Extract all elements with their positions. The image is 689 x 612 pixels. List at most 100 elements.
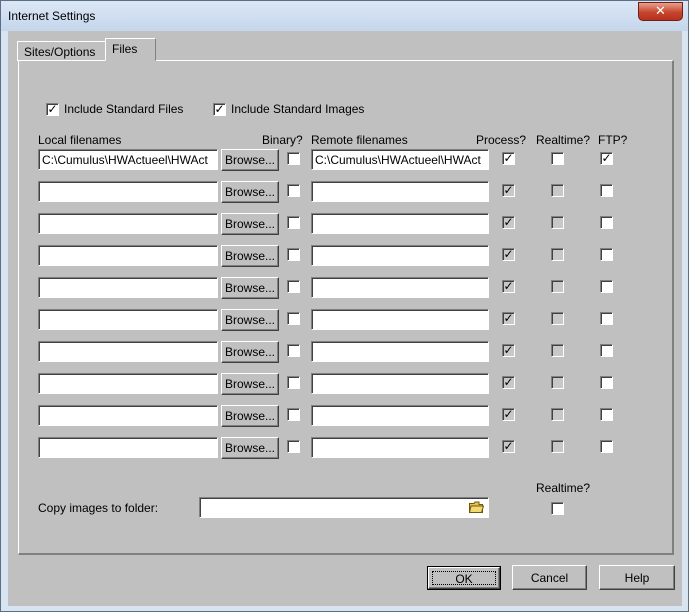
browse-label: Browse... [224, 153, 275, 167]
copy-images-realtime-checkbox[interactable] [551, 502, 564, 515]
ftp-checkbox[interactable] [600, 440, 613, 453]
remote-filename-field[interactable]: C:\Cumulus\HWActueel\HWAct [311, 149, 489, 170]
browse-button[interactable]: Browse... [221, 309, 279, 331]
ftp-checkbox[interactable] [600, 344, 613, 357]
ftp-checkbox[interactable] [600, 248, 613, 261]
binary-checkbox[interactable] [287, 408, 300, 421]
remote-filename-field[interactable] [311, 309, 489, 330]
remote-filename-field[interactable] [311, 437, 489, 458]
local-filename-field[interactable] [38, 245, 218, 266]
process-checkbox[interactable]: ✓ [502, 311, 515, 325]
ftp-checkbox[interactable] [600, 184, 613, 197]
browse-label: Browse... [224, 281, 275, 295]
process-checkbox[interactable]: ✓ [502, 215, 515, 229]
process-checkbox[interactable]: ✓ [502, 375, 515, 389]
realtime-checkbox[interactable] [551, 248, 564, 261]
folder-open-icon[interactable] [469, 501, 484, 513]
remote-filename-value: C:\Cumulus\HWActueel\HWAct [315, 153, 481, 167]
title-bar: Internet Settings ✕ [1, 1, 688, 31]
include-standard-files-label: Include Standard Files [64, 102, 184, 116]
realtime-checkbox[interactable] [551, 408, 564, 421]
realtime-checkbox[interactable] [551, 216, 564, 229]
binary-checkbox[interactable] [287, 152, 300, 165]
files-panel: ✓ Include Standard Files ✓ Include Stand… [18, 60, 674, 555]
browse-label: Browse... [224, 185, 275, 199]
process-checkbox[interactable]: ✓ [502, 439, 515, 453]
include-standard-images-label: Include Standard Images [231, 102, 365, 116]
browse-button[interactable]: Browse... [221, 405, 279, 427]
realtime-checkbox[interactable] [551, 280, 564, 293]
browse-button[interactable]: Browse... [221, 437, 279, 459]
local-filename-field[interactable] [38, 341, 218, 362]
local-filename-field[interactable] [38, 213, 218, 234]
binary-checkbox[interactable] [287, 216, 300, 229]
binary-checkbox[interactable] [287, 248, 300, 261]
process-checkmark-icon: ✓ [503, 215, 514, 229]
remote-filename-field[interactable] [311, 341, 489, 362]
include-standard-files-checkbox[interactable]: ✓ [46, 102, 59, 116]
ftp-checkbox[interactable] [600, 376, 613, 389]
local-filename-field[interactable]: C:\Cumulus\HWActueel\HWAct [38, 149, 218, 170]
remote-filename-field[interactable] [311, 277, 489, 298]
local-filename-field[interactable] [38, 405, 218, 426]
browse-button[interactable]: Browse... [221, 341, 279, 363]
binary-checkbox[interactable] [287, 312, 300, 325]
ok-button[interactable]: OK [427, 566, 501, 590]
remote-filename-field[interactable] [311, 245, 489, 266]
realtime-checkbox[interactable] [551, 376, 564, 389]
process-checkbox[interactable]: ✓ [502, 151, 515, 165]
remote-filename-field[interactable] [311, 181, 489, 202]
binary-checkbox[interactable] [287, 280, 300, 293]
process-checkbox[interactable]: ✓ [502, 279, 515, 293]
realtime-checkbox[interactable] [551, 312, 564, 325]
process-checkbox[interactable]: ✓ [502, 343, 515, 357]
dialog-client: Sites/Options Files ✓ Include Standard F… [8, 31, 682, 606]
realtime-checkbox[interactable] [551, 344, 564, 357]
local-filename-field[interactable] [38, 181, 218, 202]
close-button[interactable]: ✕ [638, 2, 683, 21]
header-binary: Binary? [262, 133, 303, 147]
help-button[interactable]: Help [599, 565, 675, 590]
cancel-button[interactable]: Cancel [512, 565, 587, 590]
remote-filename-field[interactable] [311, 405, 489, 426]
browse-button[interactable]: Browse... [221, 373, 279, 395]
binary-checkbox[interactable] [287, 344, 300, 357]
local-filename-field[interactable] [38, 437, 218, 458]
process-checkmark-icon: ✓ [503, 279, 514, 293]
tab-files-label: Files [112, 42, 138, 56]
remote-filename-field[interactable] [311, 213, 489, 234]
tab-sites-options[interactable]: Sites/Options [17, 41, 106, 61]
process-checkbox[interactable]: ✓ [502, 183, 515, 197]
copy-images-folder-field[interactable] [199, 497, 489, 518]
ftp-checkbox[interactable] [600, 312, 613, 325]
process-checkmark-icon: ✓ [503, 151, 514, 165]
browse-button[interactable]: Browse... [221, 213, 279, 235]
copy-realtime-label: Realtime? [536, 481, 591, 495]
local-filename-value: C:\Cumulus\HWActueel\HWAct [42, 153, 208, 167]
realtime-checkbox[interactable] [551, 152, 564, 165]
browse-button[interactable]: Browse... [221, 149, 279, 171]
local-filename-field[interactable] [38, 373, 218, 394]
ftp-checkbox[interactable]: ✓ [600, 151, 613, 165]
browse-button[interactable]: Browse... [221, 181, 279, 203]
local-filename-field[interactable] [38, 277, 218, 298]
ftp-checkbox[interactable] [600, 408, 613, 421]
binary-checkbox[interactable] [287, 184, 300, 197]
browse-label: Browse... [224, 217, 275, 231]
remote-filename-field[interactable] [311, 373, 489, 394]
ftp-checkbox[interactable] [600, 216, 613, 229]
tab-files[interactable]: Files [105, 38, 156, 61]
realtime-checkbox[interactable] [551, 440, 564, 453]
ftp-checkbox[interactable] [600, 280, 613, 293]
binary-checkbox[interactable] [287, 440, 300, 453]
binary-checkbox[interactable] [287, 376, 300, 389]
browse-button[interactable]: Browse... [221, 245, 279, 267]
process-checkbox[interactable]: ✓ [502, 247, 515, 261]
browse-label: Browse... [224, 409, 275, 423]
include-standard-images-checkbox[interactable]: ✓ [213, 102, 226, 116]
realtime-checkbox[interactable] [551, 184, 564, 197]
process-checkbox[interactable]: ✓ [502, 407, 515, 421]
browse-button[interactable]: Browse... [221, 277, 279, 299]
browse-label: Browse... [224, 345, 275, 359]
local-filename-field[interactable] [38, 309, 218, 330]
